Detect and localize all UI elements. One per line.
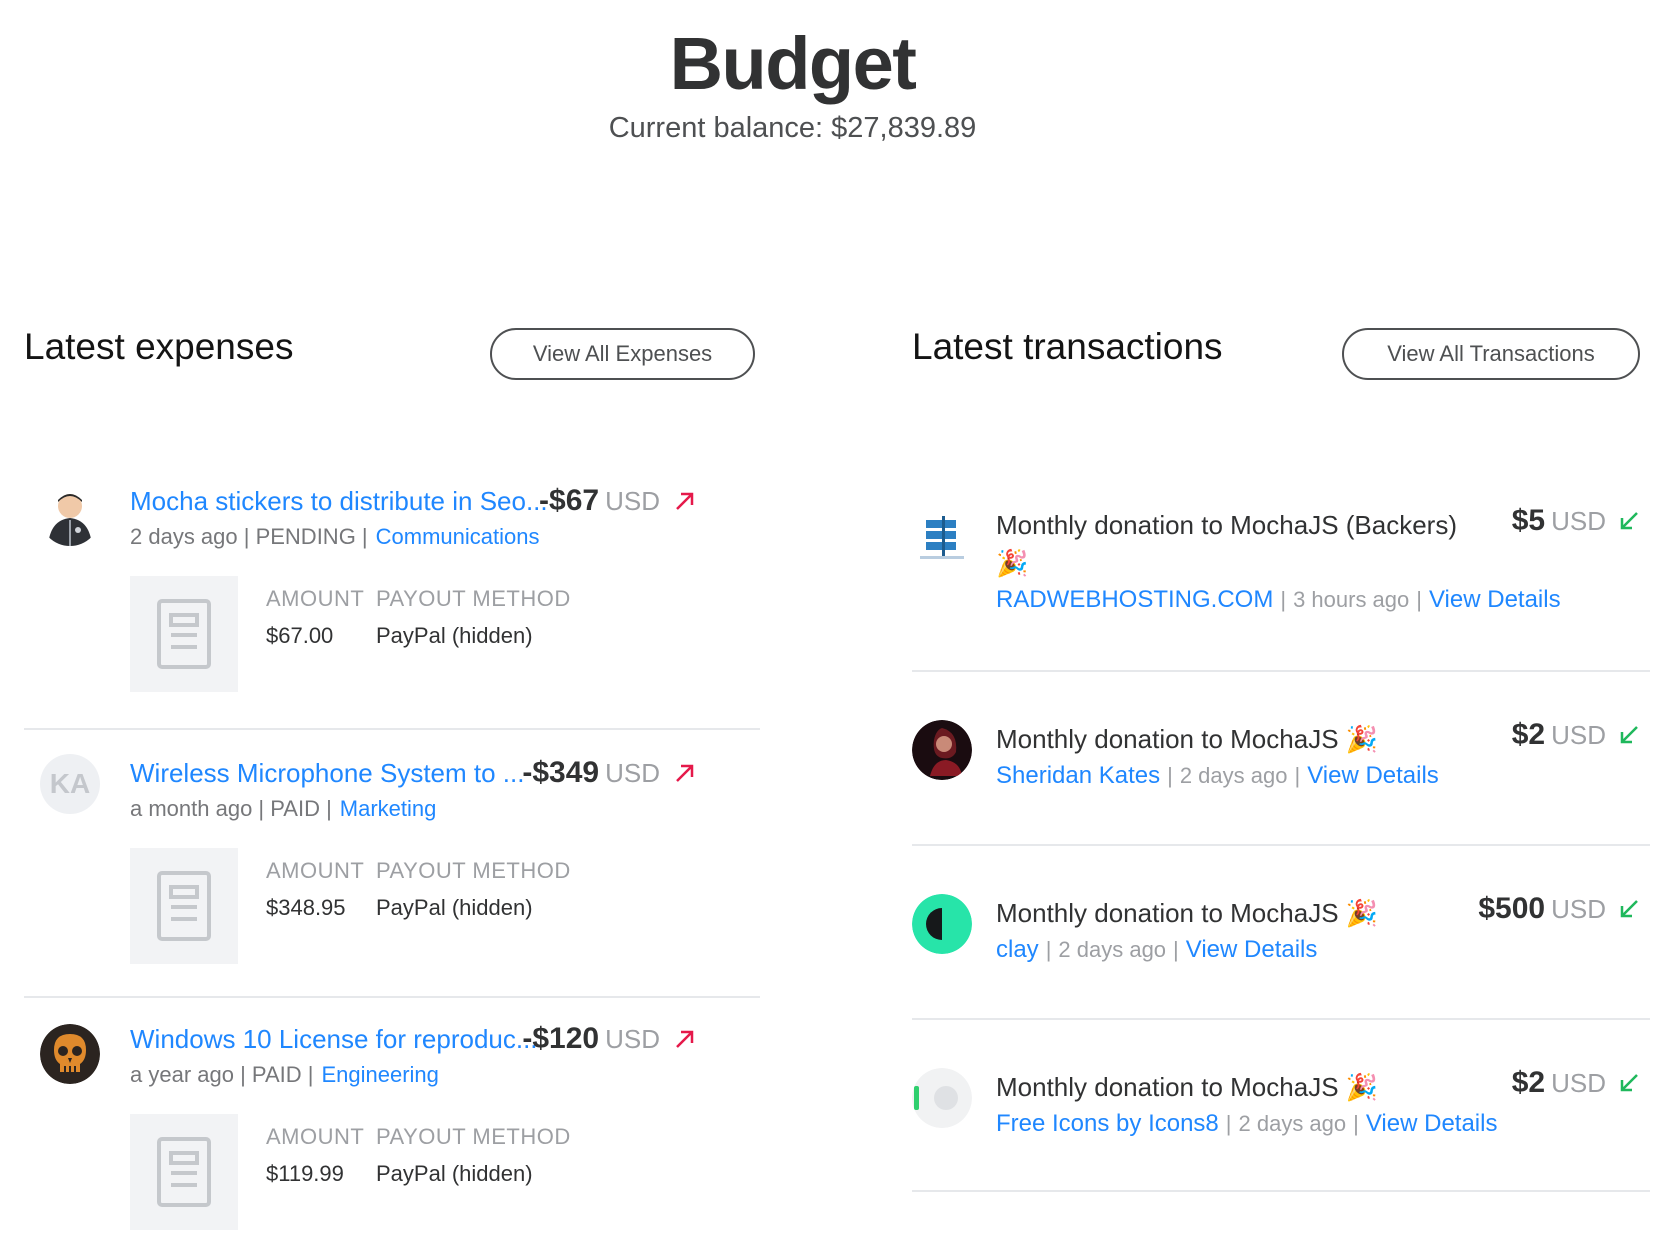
expense-amount: -$349 USD	[522, 756, 660, 789]
payout-method-label: PAYOUT METHOD	[376, 586, 571, 611]
arrow-down-left-icon	[1620, 512, 1638, 530]
clay-logo[interactable]	[912, 894, 972, 954]
view-details-link[interactable]: View Details	[1429, 586, 1561, 614]
initials-avatar[interactable]: KA	[40, 754, 100, 814]
transaction-meta: Free Icons by Icons8 | 2 days ago | View Det…	[996, 1110, 1498, 1138]
payout-method-value: PayPal (hidden)	[376, 895, 533, 920]
divider	[24, 996, 760, 998]
transaction-description: Monthly donation to MochaJS (Backers) 🎉	[996, 510, 1457, 578]
payout-method-value: PayPal (hidden)	[376, 623, 533, 648]
page-title: Budget	[669, 22, 917, 105]
arrow-down-left-icon	[1620, 1074, 1638, 1092]
view-all-transactions-button[interactable]: View All Transactions	[1342, 328, 1640, 380]
amount-value: $67.00	[266, 623, 334, 648]
person-avatar[interactable]	[912, 720, 972, 780]
expense-amount: -$120 USD	[522, 1022, 660, 1055]
receipt-icon[interactable]	[130, 576, 238, 692]
arrow-up-right-icon	[676, 764, 694, 782]
payout-method-label: PAYOUT METHOD	[376, 1124, 571, 1149]
view-details-link[interactable]: View Details	[1307, 762, 1439, 790]
transaction-amount: $500 USD	[1478, 892, 1606, 925]
expense-tag-link[interactable]: Marketing	[340, 796, 437, 821]
transaction-description: Monthly donation to MochaJS 🎉	[996, 898, 1379, 928]
party-link[interactable]: RADWEBHOSTING.COM	[996, 586, 1273, 614]
expense-meta: a year ago | PAID | Engineering	[130, 1062, 439, 1087]
amount-value: $119.99	[266, 1161, 344, 1186]
expense-title-link[interactable]: Wireless Microphone System to ...	[130, 758, 550, 789]
transaction-amount: $2 USD	[1511, 1066, 1606, 1099]
transaction-meta: clay | 2 days ago | View Details	[996, 936, 1318, 964]
arrow-down-left-icon	[1620, 900, 1638, 918]
divider	[912, 1018, 1650, 1020]
transaction-description: Monthly donation to MochaJS 🎉	[996, 1072, 1379, 1102]
divider	[912, 1190, 1650, 1192]
amount-label: AMOUNT	[266, 1124, 365, 1149]
view-details-link[interactable]: View Details	[1366, 1110, 1498, 1138]
expense-title-link[interactable]: Mocha stickers to distribute in Seo...	[130, 486, 570, 517]
party-link[interactable]: clay	[996, 936, 1039, 964]
expense-tag-link[interactable]: Engineering	[321, 1062, 438, 1087]
arrow-up-right-icon	[676, 492, 694, 510]
transactions-section-title: Latest transactions	[912, 326, 1223, 367]
person-avatar[interactable]	[40, 486, 100, 546]
view-all-expenses-button[interactable]: View All Expenses	[490, 328, 755, 380]
page-header: Budget Current balance: $27,839.89	[0, 22, 1585, 145]
receipt-icon[interactable]	[130, 1114, 238, 1230]
divider	[912, 844, 1650, 846]
arrow-down-left-icon	[1620, 726, 1638, 744]
expense-meta: a month ago | PAID | Marketing	[130, 796, 437, 821]
divider	[912, 670, 1650, 672]
payout-method-label: PAYOUT METHOD	[376, 858, 571, 883]
transaction-meta: RADWEBHOSTING.COM | 3 hours ago | View Detai…	[996, 586, 1561, 614]
arrow-up-right-icon	[676, 1030, 694, 1048]
amount-label: AMOUNT	[266, 858, 365, 883]
transaction-amount: $2 USD	[1511, 718, 1606, 751]
expenses-section-title: Latest expenses	[24, 326, 294, 367]
transaction-meta: Sheridan Kates | 2 days ago | View Details	[996, 762, 1439, 790]
expense-tag-link[interactable]: Communications	[376, 524, 540, 549]
expense-meta: 2 days ago | PENDING | Communications	[130, 524, 540, 549]
radwebhosting-logo[interactable]	[912, 510, 972, 570]
amount-value: $348.95	[266, 895, 346, 920]
expense-title-link[interactable]: Windows 10 License for reproduc...	[130, 1024, 555, 1055]
view-details-link[interactable]: View Details	[1186, 936, 1318, 964]
current-balance: Current balance: $27,839.89	[608, 112, 977, 144]
payout-method-value: PayPal (hidden)	[376, 1161, 533, 1186]
amount-label: AMOUNT	[266, 586, 365, 611]
icons8-logo[interactable]	[912, 1068, 972, 1128]
party-link[interactable]: Free Icons by Icons8	[996, 1110, 1219, 1138]
skull-avatar[interactable]	[40, 1024, 100, 1084]
receipt-icon[interactable]	[130, 848, 238, 964]
divider	[24, 728, 760, 730]
transaction-amount: $5 USD	[1511, 504, 1606, 537]
transaction-description: Monthly donation to MochaJS 🎉	[996, 724, 1379, 754]
party-link[interactable]: Sheridan Kates	[996, 762, 1160, 790]
expense-amount: -$67 USD	[539, 484, 660, 517]
